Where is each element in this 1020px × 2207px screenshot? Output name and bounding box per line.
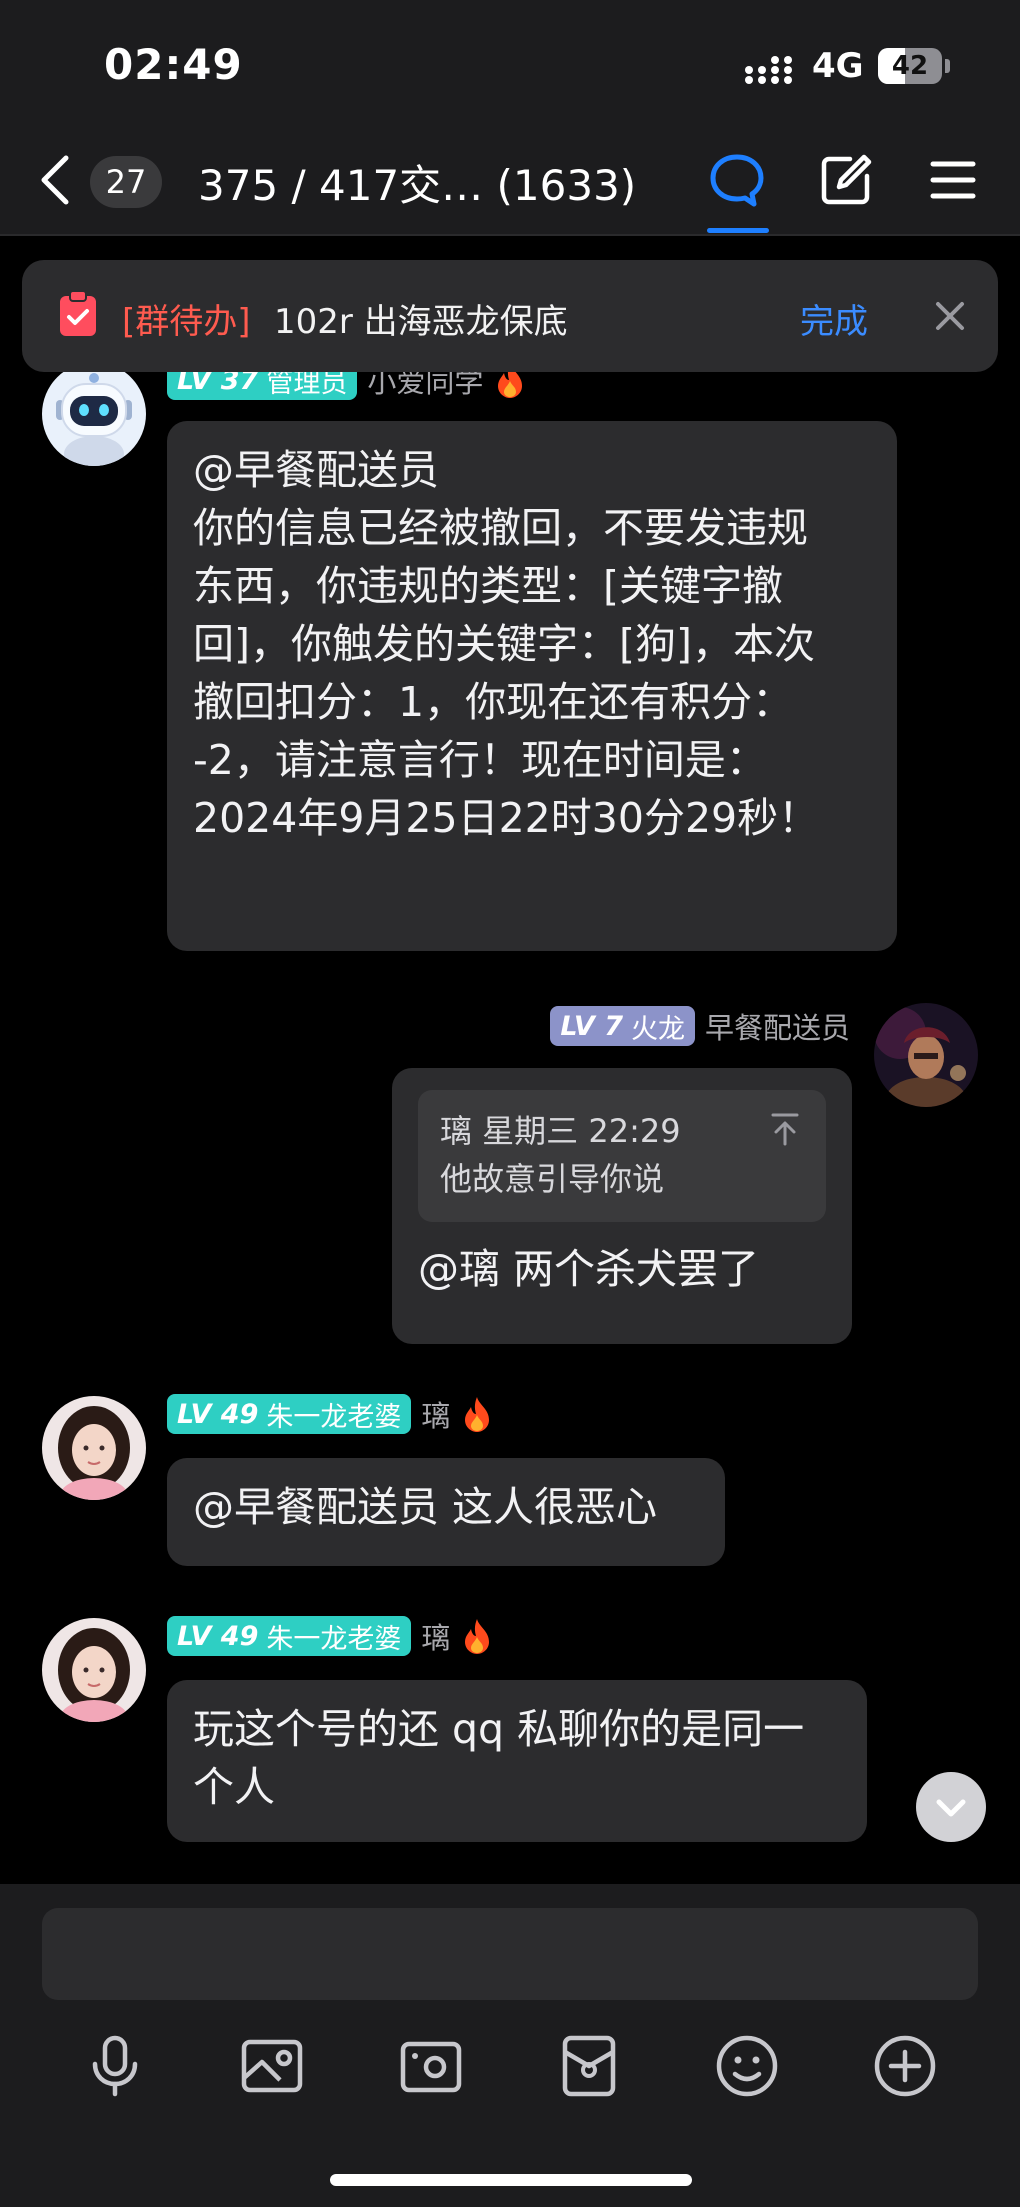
battery-percent: 42 bbox=[891, 51, 929, 81]
avatar[interactable] bbox=[874, 1003, 978, 1107]
message-meta: LV 49 朱一龙老婆 璃 bbox=[167, 1393, 494, 1435]
group-todo-banner[interactable]: [群待办] 102r 出海恶龙保底 完成 bbox=[22, 260, 998, 372]
message-meta: LV 49 朱一龙老婆 璃 bbox=[167, 1615, 494, 1657]
message-bubble[interactable]: 玩这个号的还 qq 私聊你的是同一 个人 bbox=[167, 1680, 867, 1842]
fire-icon bbox=[465, 1397, 490, 1432]
girl-avatar-icon bbox=[42, 1618, 146, 1722]
camera-icon[interactable] bbox=[395, 2030, 467, 2102]
warrior-avatar-icon bbox=[874, 1003, 978, 1107]
active-tab-indicator bbox=[707, 228, 769, 233]
red-packet-icon[interactable] bbox=[553, 2030, 625, 2102]
scroll-to-bottom-button[interactable] bbox=[916, 1772, 986, 1842]
battery-indicator: 42 bbox=[878, 48, 942, 84]
microphone-icon[interactable] bbox=[79, 2030, 151, 2102]
level-badge: LV 49 朱一龙老婆 bbox=[167, 1394, 412, 1434]
sender-nickname[interactable]: 早餐配送员 bbox=[705, 1005, 850, 1047]
plus-icon[interactable] bbox=[869, 2030, 941, 2102]
input-panel bbox=[0, 1884, 1020, 2207]
todo-tag: [群待办] bbox=[122, 302, 251, 342]
home-indicator bbox=[330, 2174, 692, 2186]
edit-icon[interactable] bbox=[816, 150, 876, 210]
avatar[interactable] bbox=[42, 1618, 146, 1722]
message-input[interactable] bbox=[42, 1908, 978, 2000]
chat-bubble-icon[interactable] bbox=[707, 150, 767, 210]
chat-title[interactable]: 375 / 417交… (1633) bbox=[198, 152, 636, 213]
fire-icon bbox=[465, 1619, 490, 1654]
network-type: 4G bbox=[812, 46, 864, 86]
todo-text: 102r 出海恶龙保底 bbox=[274, 302, 568, 342]
close-icon[interactable] bbox=[930, 296, 970, 336]
sender-nickname[interactable]: 璃 bbox=[421, 1393, 450, 1435]
quoted-message[interactable]: 璃 星期三 22:29 他故意引导你说 bbox=[418, 1090, 826, 1222]
done-button[interactable]: 完成 bbox=[800, 294, 868, 343]
unread-count-badge[interactable]: 27 bbox=[90, 156, 162, 208]
top-bar: 02:49 4G 42 27 375 / 417交… (1633) bbox=[0, 0, 1020, 236]
message-meta: LV 7 火龙 早餐配送员 bbox=[550, 1005, 850, 1047]
chevron-down-icon bbox=[936, 1799, 966, 1817]
clipboard-icon bbox=[60, 290, 96, 336]
signal-icon bbox=[745, 56, 792, 84]
status-time: 02:49 bbox=[104, 40, 243, 89]
level-badge: LV 7 火龙 bbox=[550, 1006, 695, 1046]
message-list[interactable]: LV 37 管理员 小爱同学 @早餐配送员 你的信息已经被撤回，不要发违规 东西，… bbox=[0, 236, 1020, 1884]
robot-avatar-icon bbox=[42, 362, 146, 466]
message-text: @璃 两个杀犬罢了 bbox=[418, 1245, 760, 1293]
message-bubble[interactable]: @早餐配送员 这人很恶心 bbox=[167, 1458, 725, 1566]
message-text: @早餐配送员 这人很恶心 bbox=[193, 1483, 658, 1531]
girl-avatar-icon bbox=[42, 1396, 146, 1500]
emoji-icon[interactable] bbox=[711, 2030, 783, 2102]
avatar[interactable] bbox=[42, 362, 146, 466]
message-bubble[interactable]: @早餐配送员 你的信息已经被撤回，不要发违规 东西，你违规的类型：[关键字撤 回… bbox=[167, 421, 897, 951]
level-badge: LV 49 朱一龙老婆 bbox=[167, 1616, 412, 1656]
sender-nickname[interactable]: 璃 bbox=[421, 1615, 450, 1657]
avatar[interactable] bbox=[42, 1396, 146, 1500]
message-bubble[interactable]: 璃 星期三 22:29 他故意引导你说 @璃 两个杀犬罢了 bbox=[392, 1068, 852, 1344]
menu-icon[interactable] bbox=[923, 150, 983, 210]
battery-tip bbox=[945, 59, 950, 73]
chevron-left-icon[interactable] bbox=[36, 150, 76, 210]
jump-to-quote-icon[interactable] bbox=[770, 1112, 800, 1146]
image-icon[interactable] bbox=[236, 2030, 308, 2102]
